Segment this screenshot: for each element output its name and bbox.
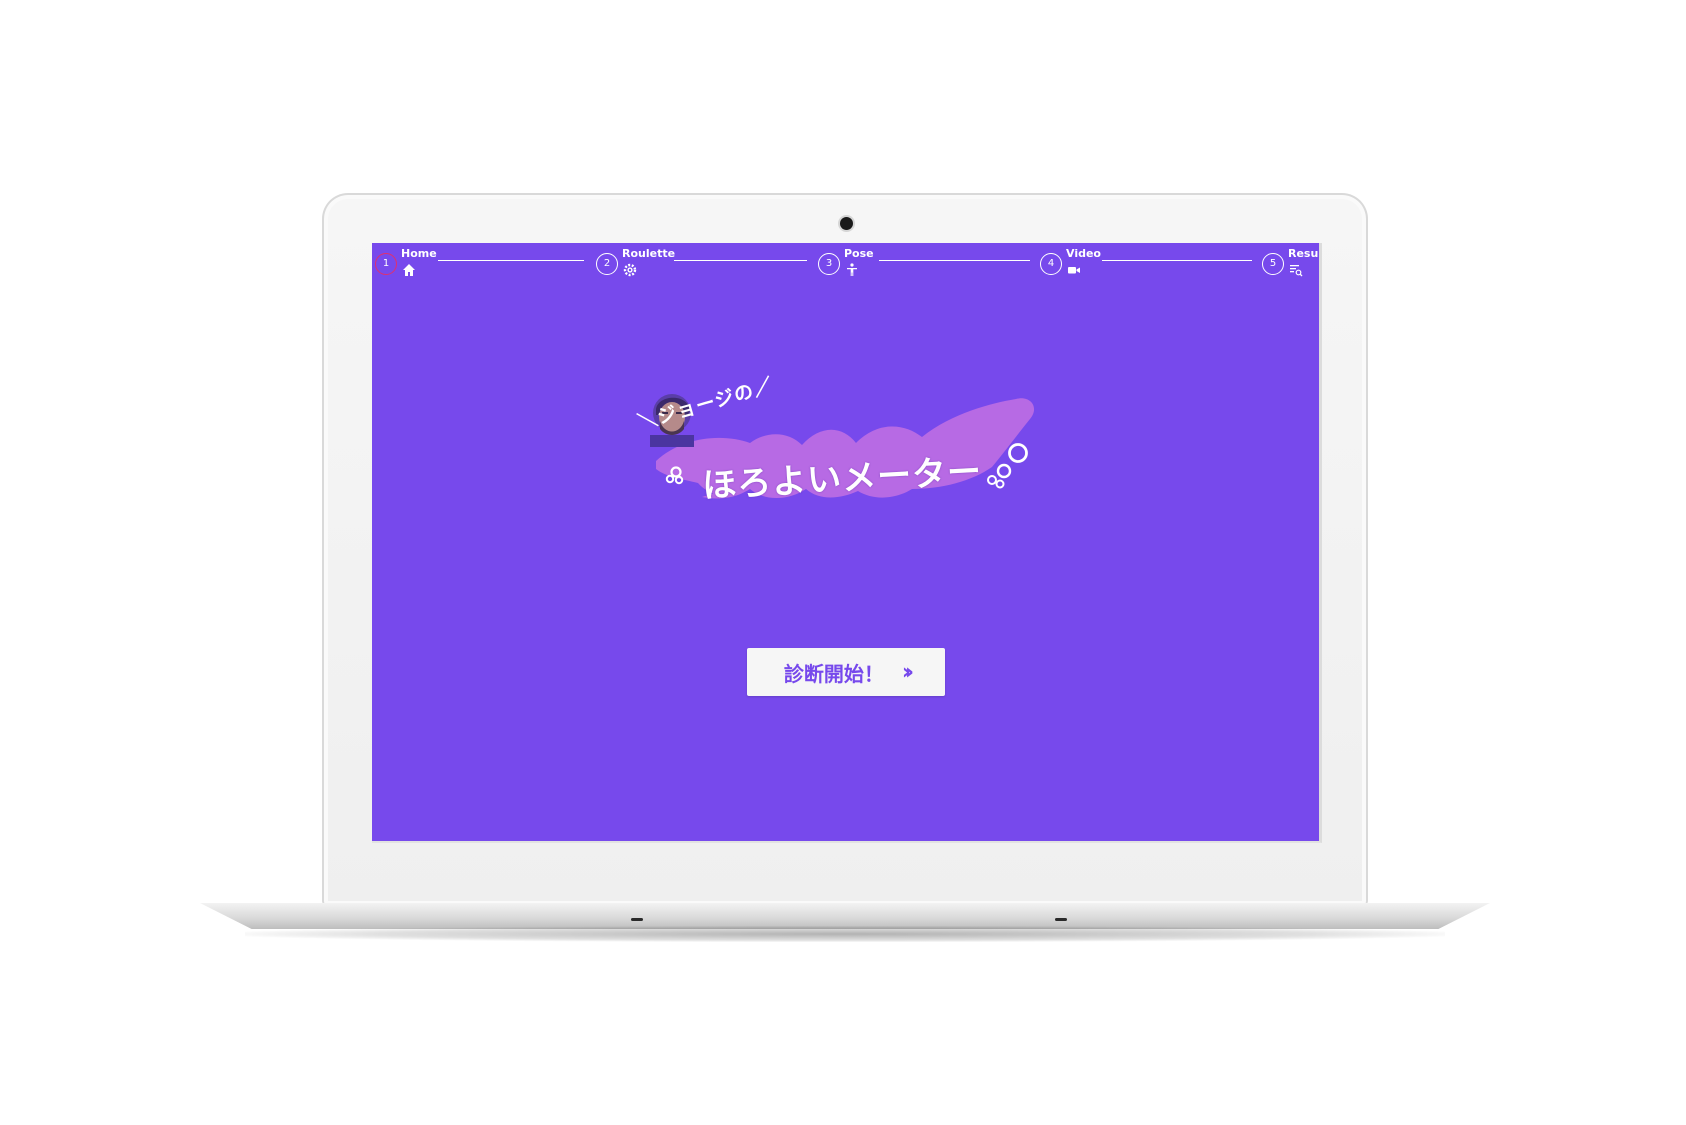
step-label: Video <box>1066 247 1101 260</box>
step-label: Home <box>401 247 437 260</box>
search-list-icon <box>1290 265 1303 277</box>
step-connector <box>1102 260 1252 261</box>
laptop-foot <box>1055 918 1067 921</box>
step-number: 5 <box>1262 253 1284 275</box>
double-chevron-right-icon: ›› <box>901 659 914 685</box>
step-video[interactable]: 4 Video <box>1040 247 1101 281</box>
step-number: 4 <box>1040 253 1062 275</box>
step-label: Pose <box>844 247 874 260</box>
step-number: 2 <box>596 253 618 275</box>
gear-icon <box>623 263 637 277</box>
step-connector <box>674 260 807 261</box>
start-button-label: 診断開始！ <box>783 661 884 686</box>
step-progress-nav: 1 Home 2 Roulette 3 Pose 4 Video 5 Resul <box>372 243 1322 283</box>
step-result[interactable]: 5 Result <box>1262 247 1322 281</box>
laptop-foot <box>631 918 643 921</box>
step-connector <box>879 260 1030 261</box>
start-diagnosis-button[interactable]: 診断開始！ ›› <box>747 648 945 696</box>
step-label: Result <box>1288 247 1322 260</box>
step-number: 3 <box>818 253 840 275</box>
step-pose[interactable]: 3 Pose <box>818 247 878 281</box>
video-camera-icon <box>1068 267 1080 274</box>
laptop-shadow <box>245 926 1445 942</box>
laptop-mockup: 1 Home 2 Roulette 3 Pose 4 Video 5 Resul… <box>0 0 1686 1125</box>
step-roulette[interactable]: 2 Roulette <box>596 247 676 281</box>
person-icon <box>847 263 857 276</box>
webcam <box>840 217 853 230</box>
home-icon <box>403 264 415 276</box>
step-number: 1 <box>375 253 397 275</box>
app-screen: 1 Home 2 Roulette 3 Pose 4 Video 5 Resul… <box>372 243 1322 843</box>
step-connector <box>438 260 584 261</box>
step-home[interactable]: 1 Home <box>375 247 437 281</box>
step-label: Roulette <box>622 247 676 260</box>
